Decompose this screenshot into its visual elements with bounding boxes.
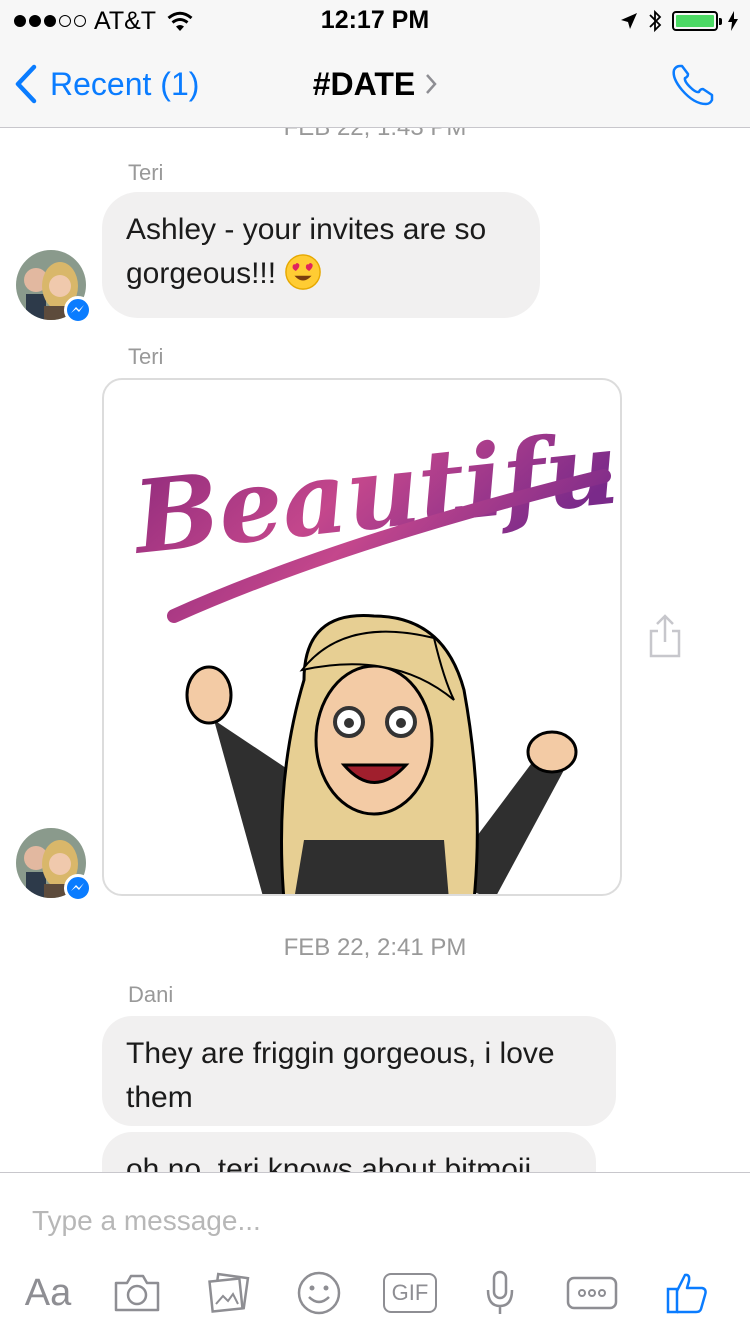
photo-icon: [208, 1272, 250, 1313]
message-thread[interactable]: FEB 22, 1:43 PM Teri Ashley - your invit…: [0, 128, 750, 1172]
message-bubble[interactable]: oh no, teri knows about bitmoji: [102, 1132, 596, 1172]
timestamp: FEB 22, 2:41 PM: [283, 934, 467, 961]
messenger-badge-icon: [64, 296, 92, 324]
phone-icon[interactable]: [670, 62, 716, 108]
avatar-teri[interactable]: [16, 250, 92, 324]
charging-bolt-icon: [728, 11, 738, 31]
composer-toolbar: Aa GIF: [0, 1263, 750, 1323]
navigation-bar: Recent (1) #DATE: [0, 40, 750, 128]
message-text: oh no, teri knows about bitmoji: [126, 1153, 532, 1172]
message-bubble[interactable]: They are friggin gorgeous, i love them: [102, 1016, 616, 1126]
bluetooth-icon: [649, 9, 662, 33]
share-icon[interactable]: [648, 614, 682, 658]
microphone-icon: [486, 1270, 514, 1314]
emoji-button[interactable]: [296, 1263, 342, 1323]
message-input[interactable]: [32, 1193, 712, 1249]
bitmoji-sticker[interactable]: Beautiful: [102, 378, 622, 896]
status-right: [620, 6, 738, 36]
messenger-badge-icon: [64, 874, 92, 902]
location-icon: [621, 13, 637, 29]
emoji-icon: [297, 1271, 341, 1315]
heart-eyes-emoji-icon: [285, 254, 321, 290]
gif-button[interactable]: GIF: [382, 1263, 438, 1323]
more-icon: [566, 1276, 618, 1310]
chevron-right-icon: [426, 74, 437, 94]
timestamp-partial: FEB 22, 1:43 PM: [0, 128, 750, 142]
avatar-teri[interactable]: [16, 828, 92, 902]
conversation-title: #DATE: [312, 65, 416, 102]
gif-icon: GIF: [383, 1273, 437, 1313]
thumbs-up-icon: [666, 1273, 707, 1314]
sender-name: Teri: [128, 160, 164, 185]
more-button[interactable]: [566, 1263, 618, 1323]
sender-name: Dani: [128, 982, 174, 1007]
message-bubble[interactable]: Ashley - your invites are so gorgeous!!!: [102, 192, 540, 318]
text-format-label: Aa: [24, 1271, 72, 1314]
status-bar: AT&T 12:17 PM: [0, 0, 750, 40]
message-text: They are friggin gorgeous, i love them: [126, 1037, 555, 1114]
like-button[interactable]: [664, 1263, 710, 1323]
photo-button[interactable]: [204, 1263, 254, 1323]
camera-button[interactable]: [112, 1263, 162, 1323]
conversation-title-button[interactable]: #DATE: [0, 60, 750, 108]
battery-icon: [672, 11, 722, 31]
sender-name: Teri: [128, 344, 164, 369]
gif-label: GIF: [391, 1280, 429, 1305]
camera-icon: [114, 1274, 160, 1312]
microphone-button[interactable]: [484, 1263, 516, 1323]
text-format-button[interactable]: Aa: [22, 1263, 74, 1323]
message-composer: Aa GIF: [0, 1172, 750, 1334]
